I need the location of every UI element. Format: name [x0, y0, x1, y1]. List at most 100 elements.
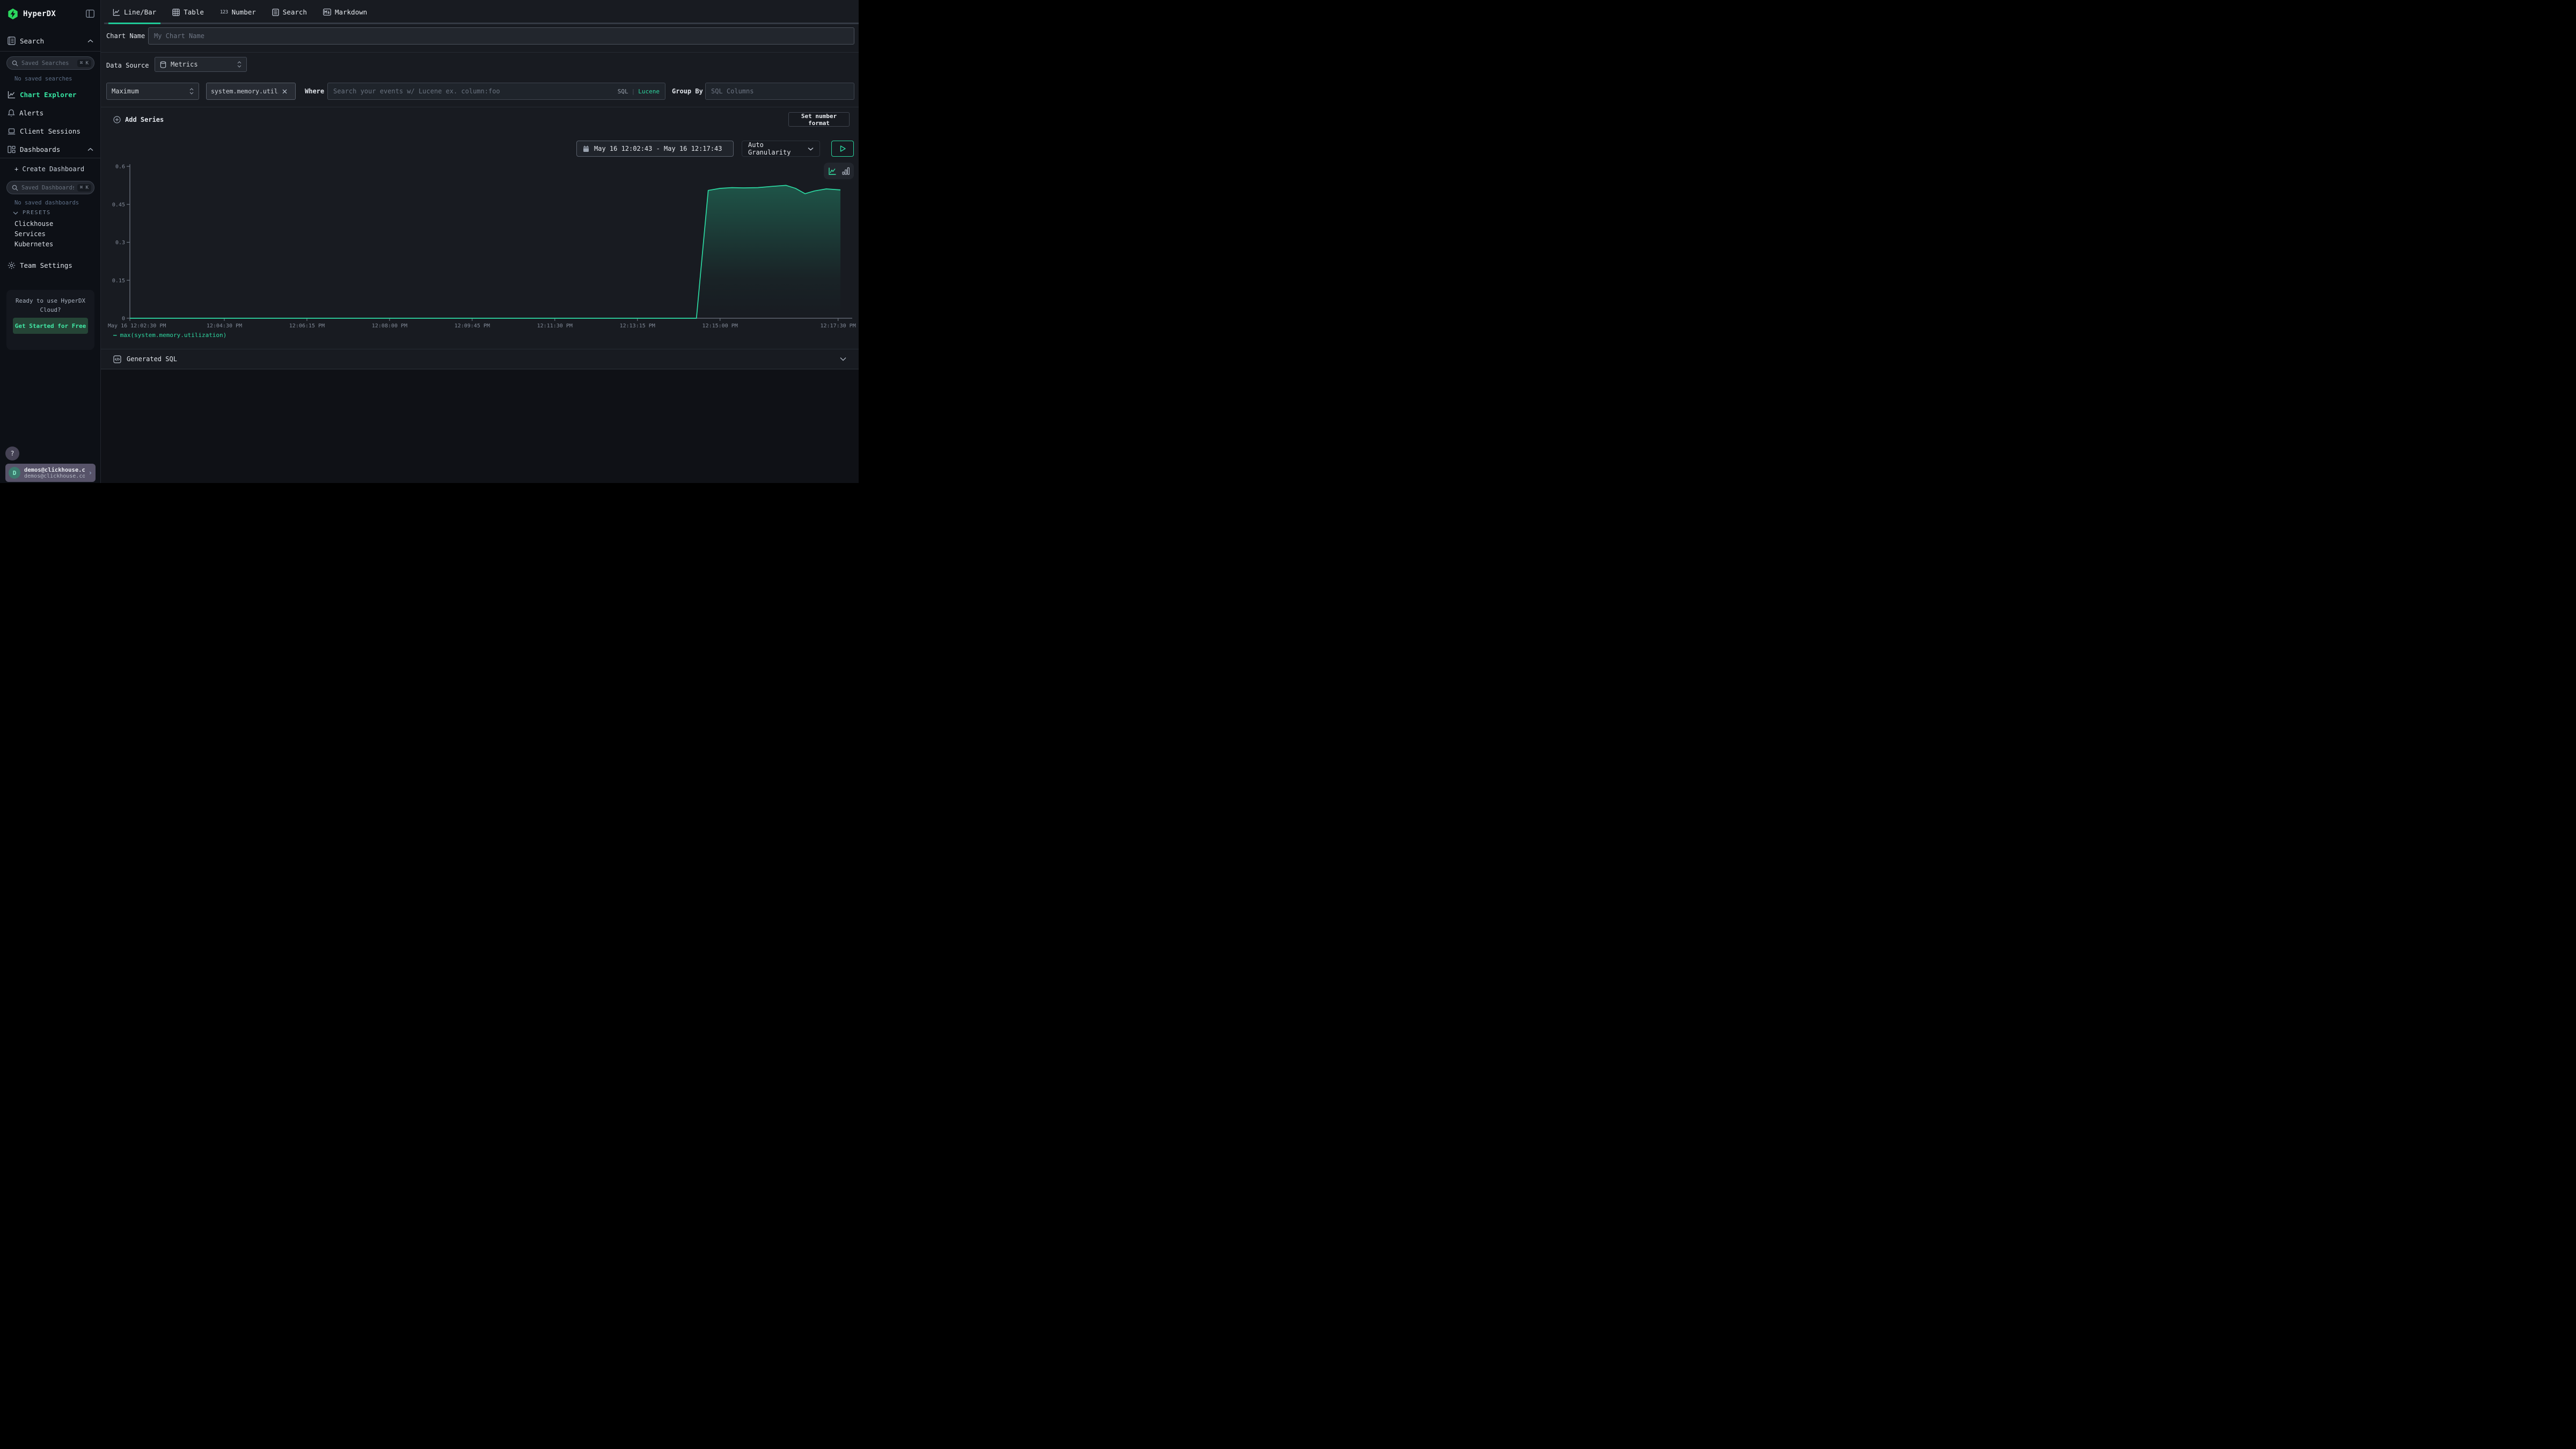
chevron-up-icon[interactable] [87, 148, 93, 151]
close-icon[interactable] [282, 89, 287, 94]
tab-markdown[interactable]: Markdown [318, 0, 372, 24]
svg-text:12:11:30 PM: 12:11:30 PM [537, 323, 573, 329]
svg-text:May 16 12:02:30 PM: May 16 12:02:30 PM [108, 323, 166, 329]
divider [101, 52, 859, 53]
sidebar-item-client-sessions[interactable]: Client Sessions [8, 127, 80, 135]
chevron-up-icon[interactable] [87, 39, 93, 43]
granularity-select[interactable]: Auto Granularity [742, 141, 820, 157]
line-chart-icon [113, 9, 120, 16]
user-meta: demos@clickhouse.com demos@clickhouse.co… [24, 467, 85, 479]
sidebar-item-alerts[interactable]: Alerts [8, 109, 43, 117]
code-icon [113, 355, 121, 363]
play-icon [840, 145, 846, 152]
svg-text:12:06:15 PM: 12:06:15 PM [289, 323, 325, 329]
chart-type-tabbar: Line/Bar Table 123 Number Search [101, 0, 859, 24]
tab-line-bar[interactable]: Line/Bar [107, 0, 162, 24]
chart-explorer-main: Line/Bar Table 123 Number Search [101, 0, 859, 483]
shortcut-badge: ⌘ K [77, 60, 91, 67]
number-123-icon: 123 [220, 10, 228, 15]
sidebar-item-team-settings[interactable]: Team Settings [8, 261, 72, 269]
saved-searches-placeholder: Saved Searches [21, 60, 74, 67]
select-caret-icon [237, 61, 241, 68]
date-range-picker[interactable]: May 16 12:02:43 - May 16 12:17:43 [576, 141, 734, 157]
saved-searches-input[interactable]: Saved Searches ⌘ K [6, 56, 94, 70]
cloud-promo-line2: Cloud? [6, 306, 94, 313]
run-query-button[interactable] [831, 141, 854, 157]
group-by-input[interactable] [705, 83, 854, 100]
brand[interactable]: HyperDX [7, 8, 56, 20]
chevron-down-icon[interactable] [840, 357, 846, 361]
presets-header[interactable]: PRESETS [13, 210, 51, 216]
add-series-button[interactable]: Add Series [113, 116, 164, 123]
help-button[interactable]: ? [5, 447, 19, 460]
svg-text:12:15:00 PM: 12:15:00 PM [702, 323, 738, 329]
generated-sql-row[interactable]: Generated SQL [101, 349, 859, 369]
presets-label: PRESETS [23, 210, 51, 216]
legend-swatch: — [113, 332, 117, 339]
svg-text:0.45: 0.45 [112, 202, 125, 208]
brand-title: HyperDX [23, 10, 56, 18]
svg-text:12:04:30 PM: 12:04:30 PM [207, 323, 242, 329]
metric-tag-label: system.memory.utiliza [211, 87, 279, 95]
sidebar-dashboards-label: Dashboards [20, 145, 83, 153]
sidebar-section-search[interactable]: Search [8, 36, 93, 45]
tab-label: Table [184, 8, 204, 16]
create-dashboard-button[interactable]: + Create Dashboard [14, 165, 84, 173]
tab-number[interactable]: 123 Number [215, 0, 261, 24]
chart-legend[interactable]: — max(system.memory.utilization) [113, 332, 226, 339]
divider [0, 51, 100, 52]
user-email: demos@clickhouse.com [24, 467, 85, 473]
set-number-format-button[interactable]: Set number format [788, 112, 850, 127]
lucene-mode-toggle[interactable]: Lucene [638, 88, 660, 95]
search-icon [12, 60, 18, 67]
saved-dashboards-input[interactable]: Saved Dashboards ⌘ K [6, 181, 94, 194]
chart-name-input[interactable] [148, 27, 854, 45]
laptop-icon [8, 128, 16, 135]
sidebar: HyperDX Search Saved Searches ⌘ K No sav… [0, 0, 101, 483]
aggregation-value: Maximum [112, 87, 185, 95]
chevron-down-icon [13, 211, 18, 215]
collapse-sidebar-icon[interactable] [86, 10, 94, 18]
sidebar-item-label: Team Settings [20, 261, 72, 269]
svg-text:0: 0 [122, 316, 125, 322]
no-saved-dashboards: No saved dashboards [14, 200, 79, 206]
svg-text:12:09:45 PM: 12:09:45 PM [455, 323, 490, 329]
cloud-promo-line1: Ready to use HyperDX [6, 297, 94, 304]
chart-name-label: Chart Name [106, 32, 145, 40]
svg-text:12:08:00 PM: 12:08:00 PM [372, 323, 407, 329]
database-icon [160, 61, 166, 68]
sidebar-item-label: Client Sessions [20, 127, 80, 135]
tab-search[interactable]: Search [267, 0, 312, 24]
toggle-separator: | [632, 88, 635, 95]
where-input[interactable] [333, 87, 614, 95]
svg-text:12:17:30 PM: 12:17:30 PM [820, 323, 855, 329]
tab-label: Markdown [335, 8, 367, 16]
search-section-icon [8, 36, 16, 45]
where-label: Where [305, 87, 324, 95]
sql-mode-toggle[interactable]: SQL [618, 88, 628, 95]
generated-sql-label: Generated SQL [127, 355, 835, 363]
preset-services[interactable]: Services [14, 230, 46, 238]
sidebar-section-dashboards[interactable]: Dashboards [8, 145, 93, 153]
where-search-box: SQL | Lucene [327, 83, 665, 100]
aggregation-select[interactable]: Maximum [106, 83, 199, 100]
chevron-down-icon [808, 147, 814, 151]
preset-clickhouse[interactable]: Clickhouse [14, 220, 53, 228]
metric-tag[interactable]: system.memory.utiliza [206, 83, 296, 100]
sidebar-item-chart-explorer[interactable]: Chart Explorer [8, 91, 76, 99]
sidebar-item-label: Chart Explorer [20, 91, 76, 99]
data-source-select[interactable]: Metrics [155, 57, 247, 72]
group-by-label: Group By [672, 87, 703, 95]
chevron-right-icon: › [89, 469, 92, 477]
sidebar-item-label: Alerts [19, 109, 43, 117]
tab-table[interactable]: Table [167, 0, 209, 24]
data-source-value: Metrics [171, 61, 233, 68]
markdown-icon [323, 9, 331, 16]
date-range-value: May 16 12:02:43 - May 16 12:17:43 [594, 145, 722, 152]
user-menu[interactable]: D demos@clickhouse.com demos@clickhouse.… [5, 464, 96, 482]
get-started-button[interactable]: Get Started for Free [13, 318, 88, 334]
chart-svg: 00.150.30.450.6May 16 12:02:30 PM12:04:3… [107, 161, 859, 339]
timeseries-chart[interactable]: 00.150.30.450.6May 16 12:02:30 PM12:04:3… [107, 161, 859, 339]
saved-dashboards-placeholder: Saved Dashboards [21, 185, 74, 191]
preset-kubernetes[interactable]: Kubernetes [14, 240, 53, 248]
